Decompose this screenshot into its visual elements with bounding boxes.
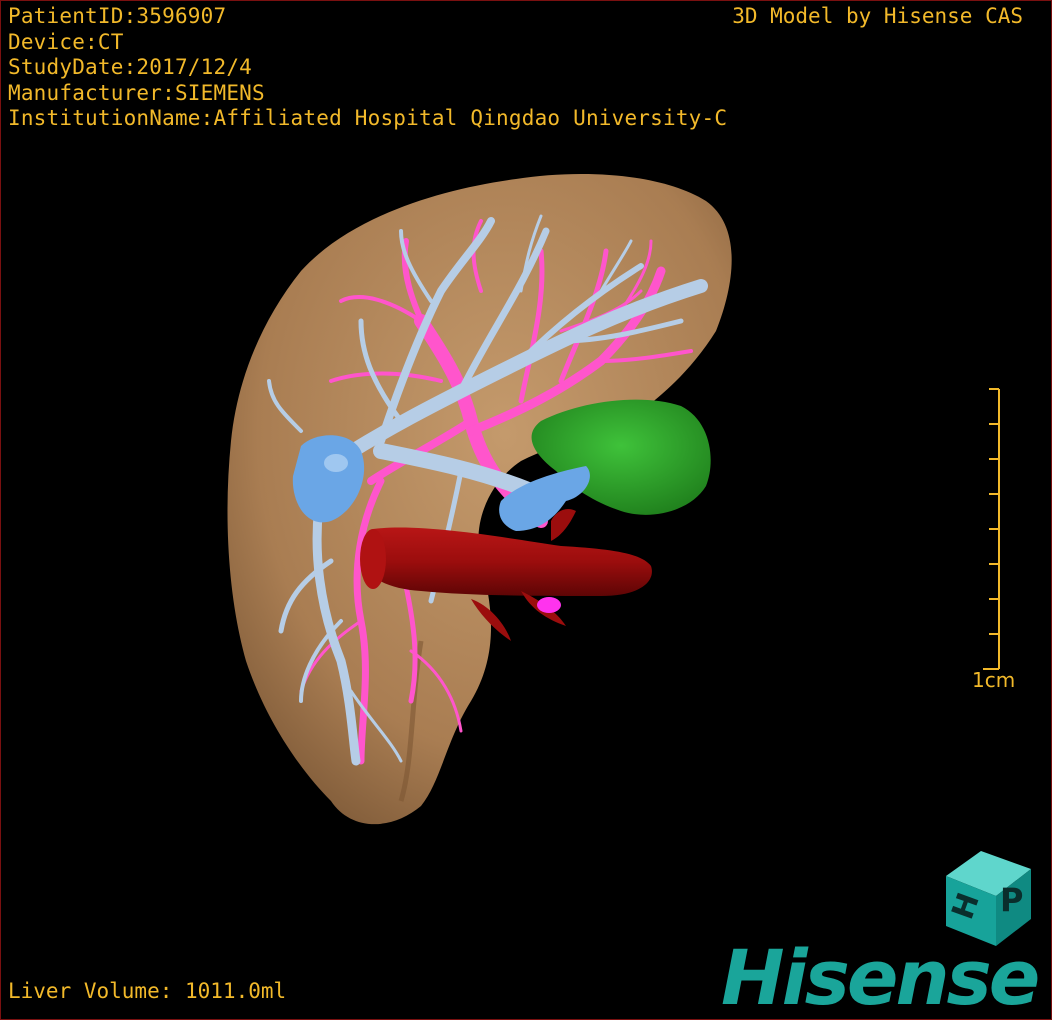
scale-bar-label: 1cm: [972, 668, 1016, 692]
cube-letter-p: P: [1000, 881, 1023, 919]
3d-viewport[interactable]: PatientID:3596907 Device:CT StudyDate:20…: [0, 0, 1052, 1020]
scale-bar: [983, 388, 1000, 670]
liver-3d-model[interactable]: [1, 1, 1051, 1019]
hisense-wordmark: Hisense: [721, 933, 1040, 1020]
study-info-panel: PatientID:3596907 Device:CT StudyDate:20…: [8, 4, 727, 132]
portal-vein-end: [537, 597, 561, 613]
portal-trunk-opening: [324, 454, 348, 472]
patient-id: PatientID:3596907: [8, 4, 227, 28]
model-credit: 3D Model by Hisense CAS: [732, 4, 1023, 28]
manufacturer: Manufacturer:SIEMENS: [8, 80, 265, 105]
device: Device:CT: [8, 29, 124, 54]
institution-name: InstitutionName:Affiliated Hospital Qing…: [8, 106, 728, 130]
study-date: StudyDate:2017/12/4: [8, 55, 253, 79]
inferior-vena-cava: [361, 527, 652, 596]
liver-volume: Liver Volume: 1011.0ml: [8, 979, 287, 1003]
ivc-opening: [360, 529, 386, 589]
